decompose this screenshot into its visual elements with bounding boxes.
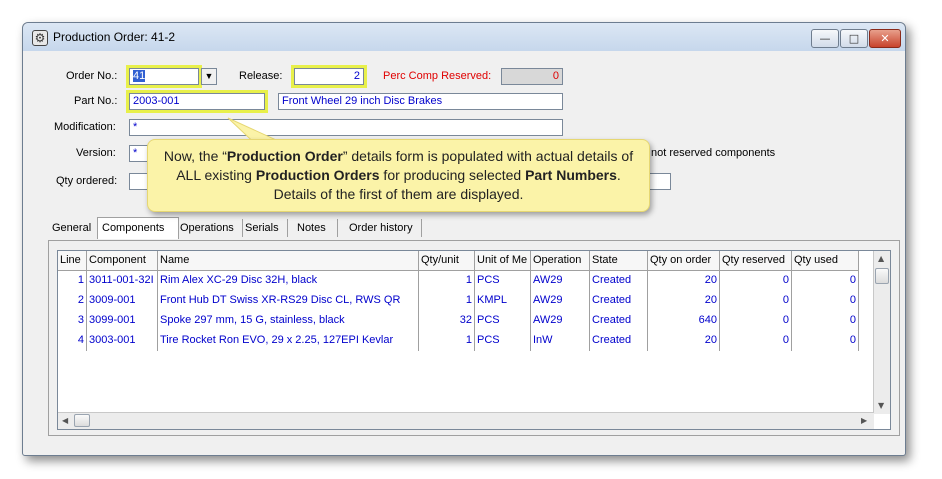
table-cell[interactable]: 3099-001 (87, 311, 158, 331)
table-cell[interactable]: 32 (419, 311, 475, 331)
table-cell[interactable]: Tire Rocket Ron EVO, 29 x 2.25, 127EPI K… (158, 331, 419, 351)
column-header[interactable]: Line (58, 251, 87, 271)
app-gear-icon: ⚙ (32, 30, 48, 46)
tab-components[interactable]: Components (97, 217, 179, 239)
table-cell[interactable]: Rim Alex XC-29 Disc 32H, black (158, 271, 419, 291)
table-cell[interactable]: PCS (475, 271, 531, 291)
close-button[interactable]: ✕ (869, 29, 901, 48)
scroll-left-arrow-icon[interactable]: ◀ (62, 416, 68, 425)
table-cell[interactable]: 20 (648, 291, 720, 311)
column-header[interactable]: Name (158, 251, 419, 271)
release-field[interactable]: 2 (291, 65, 367, 88)
column-header[interactable]: Qty on order (648, 251, 720, 271)
components-tab-panel: Line Component Name Qty/unit Unit of Me Opera… (48, 240, 900, 436)
perc-comp-reserved-label: Perc Comp Reserved: (383, 70, 492, 82)
table-cell[interactable]: 2 (58, 291, 87, 311)
order-no-combo[interactable]: 41 (126, 65, 202, 88)
table-cell[interactable]: 0 (720, 331, 792, 351)
column-header[interactable]: Component (87, 251, 158, 271)
tab-notes[interactable]: Notes (293, 219, 338, 237)
callout-text-3: for producing selected (379, 167, 526, 183)
table-cell[interactable]: Created (590, 271, 648, 291)
table-cell[interactable]: 0 (792, 291, 859, 311)
table-cell[interactable]: PCS (475, 331, 531, 351)
tab-order-history[interactable]: Order history (345, 219, 422, 237)
table-cell[interactable]: PCS (475, 311, 531, 331)
table-cell[interactable]: 1 (419, 331, 475, 351)
table-cell[interactable]: 0 (720, 271, 792, 291)
table-cell[interactable]: 0 (792, 331, 859, 351)
table-cell[interactable]: 1 (58, 271, 87, 291)
table-cell[interactable]: AW29 (531, 271, 590, 291)
table-cell[interactable]: 20 (648, 271, 720, 291)
column-header[interactable]: Qty/unit (419, 251, 475, 271)
table-cell[interactable]: 20 (648, 331, 720, 351)
table-cell[interactable]: 3 (58, 311, 87, 331)
tab-serials[interactable]: Serials (241, 219, 288, 237)
maximize-button[interactable]: □ (840, 29, 868, 48)
table-cell[interactable]: Created (590, 311, 648, 331)
order-no-value: 41 (133, 70, 146, 82)
part-no-label: Part No.: (74, 95, 118, 107)
part-description-field[interactable]: Front Wheel 29 inch Disc Brakes (278, 93, 563, 110)
column-header[interactable]: Qty reserved (720, 251, 792, 271)
vertical-scrollbar[interactable]: ▲ ▼ (873, 251, 890, 414)
table-cell[interactable]: 1 (419, 271, 475, 291)
horizontal-scrollbar[interactable]: ◀ ▶ (58, 412, 874, 429)
scroll-right-arrow-icon[interactable]: ▶ (861, 416, 867, 425)
table-cell[interactable]: 4 (58, 331, 87, 351)
table-cell[interactable]: Front Hub DT Swiss XR-RS29 Disc CL, RWS … (158, 291, 419, 311)
table-cell[interactable]: 640 (648, 311, 720, 331)
callout-bold-1: Production Order (226, 148, 343, 164)
table-cell[interactable]: 0 (720, 311, 792, 331)
part-no-field[interactable]: 2003-001 (126, 90, 268, 113)
table-cell[interactable]: 0 (720, 291, 792, 311)
column-header[interactable]: Unit of Me (475, 251, 531, 271)
table-cell[interactable]: 3003-001 (87, 331, 158, 351)
column-header[interactable]: State (590, 251, 648, 271)
table-cell[interactable]: 0 (792, 311, 859, 331)
order-no-label: Order No.: (66, 70, 118, 82)
release-label: Release: (239, 70, 283, 82)
scroll-up-arrow-icon[interactable]: ▲ (878, 254, 884, 263)
tab-general[interactable]: General (48, 219, 101, 237)
version-label: Version: (76, 147, 116, 159)
production-order-window: ⚙ Production Order: 41-2 — □ ✕ Order No.… (22, 22, 906, 456)
modification-field[interactable]: * (129, 119, 563, 136)
table-cell[interactable]: 3011-001-32I (87, 271, 158, 291)
horizontal-scroll-thumb[interactable] (74, 414, 90, 427)
vertical-scroll-thumb[interactable] (875, 268, 889, 284)
column-header[interactable]: Operation (531, 251, 590, 271)
table-cell[interactable]: AW29 (531, 311, 590, 331)
table-cell[interactable]: Created (590, 291, 648, 311)
instruction-callout: Now, the “Production Order” details form… (147, 139, 650, 212)
table-cell[interactable]: 0 (792, 271, 859, 291)
not-reserved-components-text: not reserved components (651, 147, 776, 159)
table-cell[interactable]: KMPL (475, 291, 531, 311)
table-cell[interactable]: InW (531, 331, 590, 351)
perc-comp-reserved-field: 0 (501, 68, 563, 85)
callout-bold-3: Part Numbers (525, 167, 617, 183)
window-title: Production Order: 41-2 (53, 30, 176, 44)
scroll-down-arrow-icon[interactable]: ▼ (878, 401, 884, 410)
order-no-dropdown-button[interactable]: ▼ (201, 68, 217, 85)
minimize-button[interactable]: — (811, 29, 839, 48)
table-cell[interactable]: 1 (419, 291, 475, 311)
modification-label: Modification: (54, 121, 116, 133)
title-bar[interactable]: ⚙ Production Order: 41-2 — □ ✕ (23, 23, 905, 51)
table-cell[interactable]: 3009-001 (87, 291, 158, 311)
table-cell[interactable]: AW29 (531, 291, 590, 311)
tab-operations[interactable]: Operations (176, 219, 243, 237)
callout-text-1: Now, the “ (163, 148, 227, 164)
qty-ordered-label: Qty ordered: (56, 175, 118, 187)
column-header[interactable]: Qty used (792, 251, 859, 271)
components-grid[interactable]: Line Component Name Qty/unit Unit of Me Opera… (57, 250, 891, 430)
callout-bold-2: Production Orders (255, 167, 380, 183)
table-cell[interactable]: Created (590, 331, 648, 351)
table-cell[interactable]: Spoke 297 mm, 15 G, stainless, black (158, 311, 419, 331)
